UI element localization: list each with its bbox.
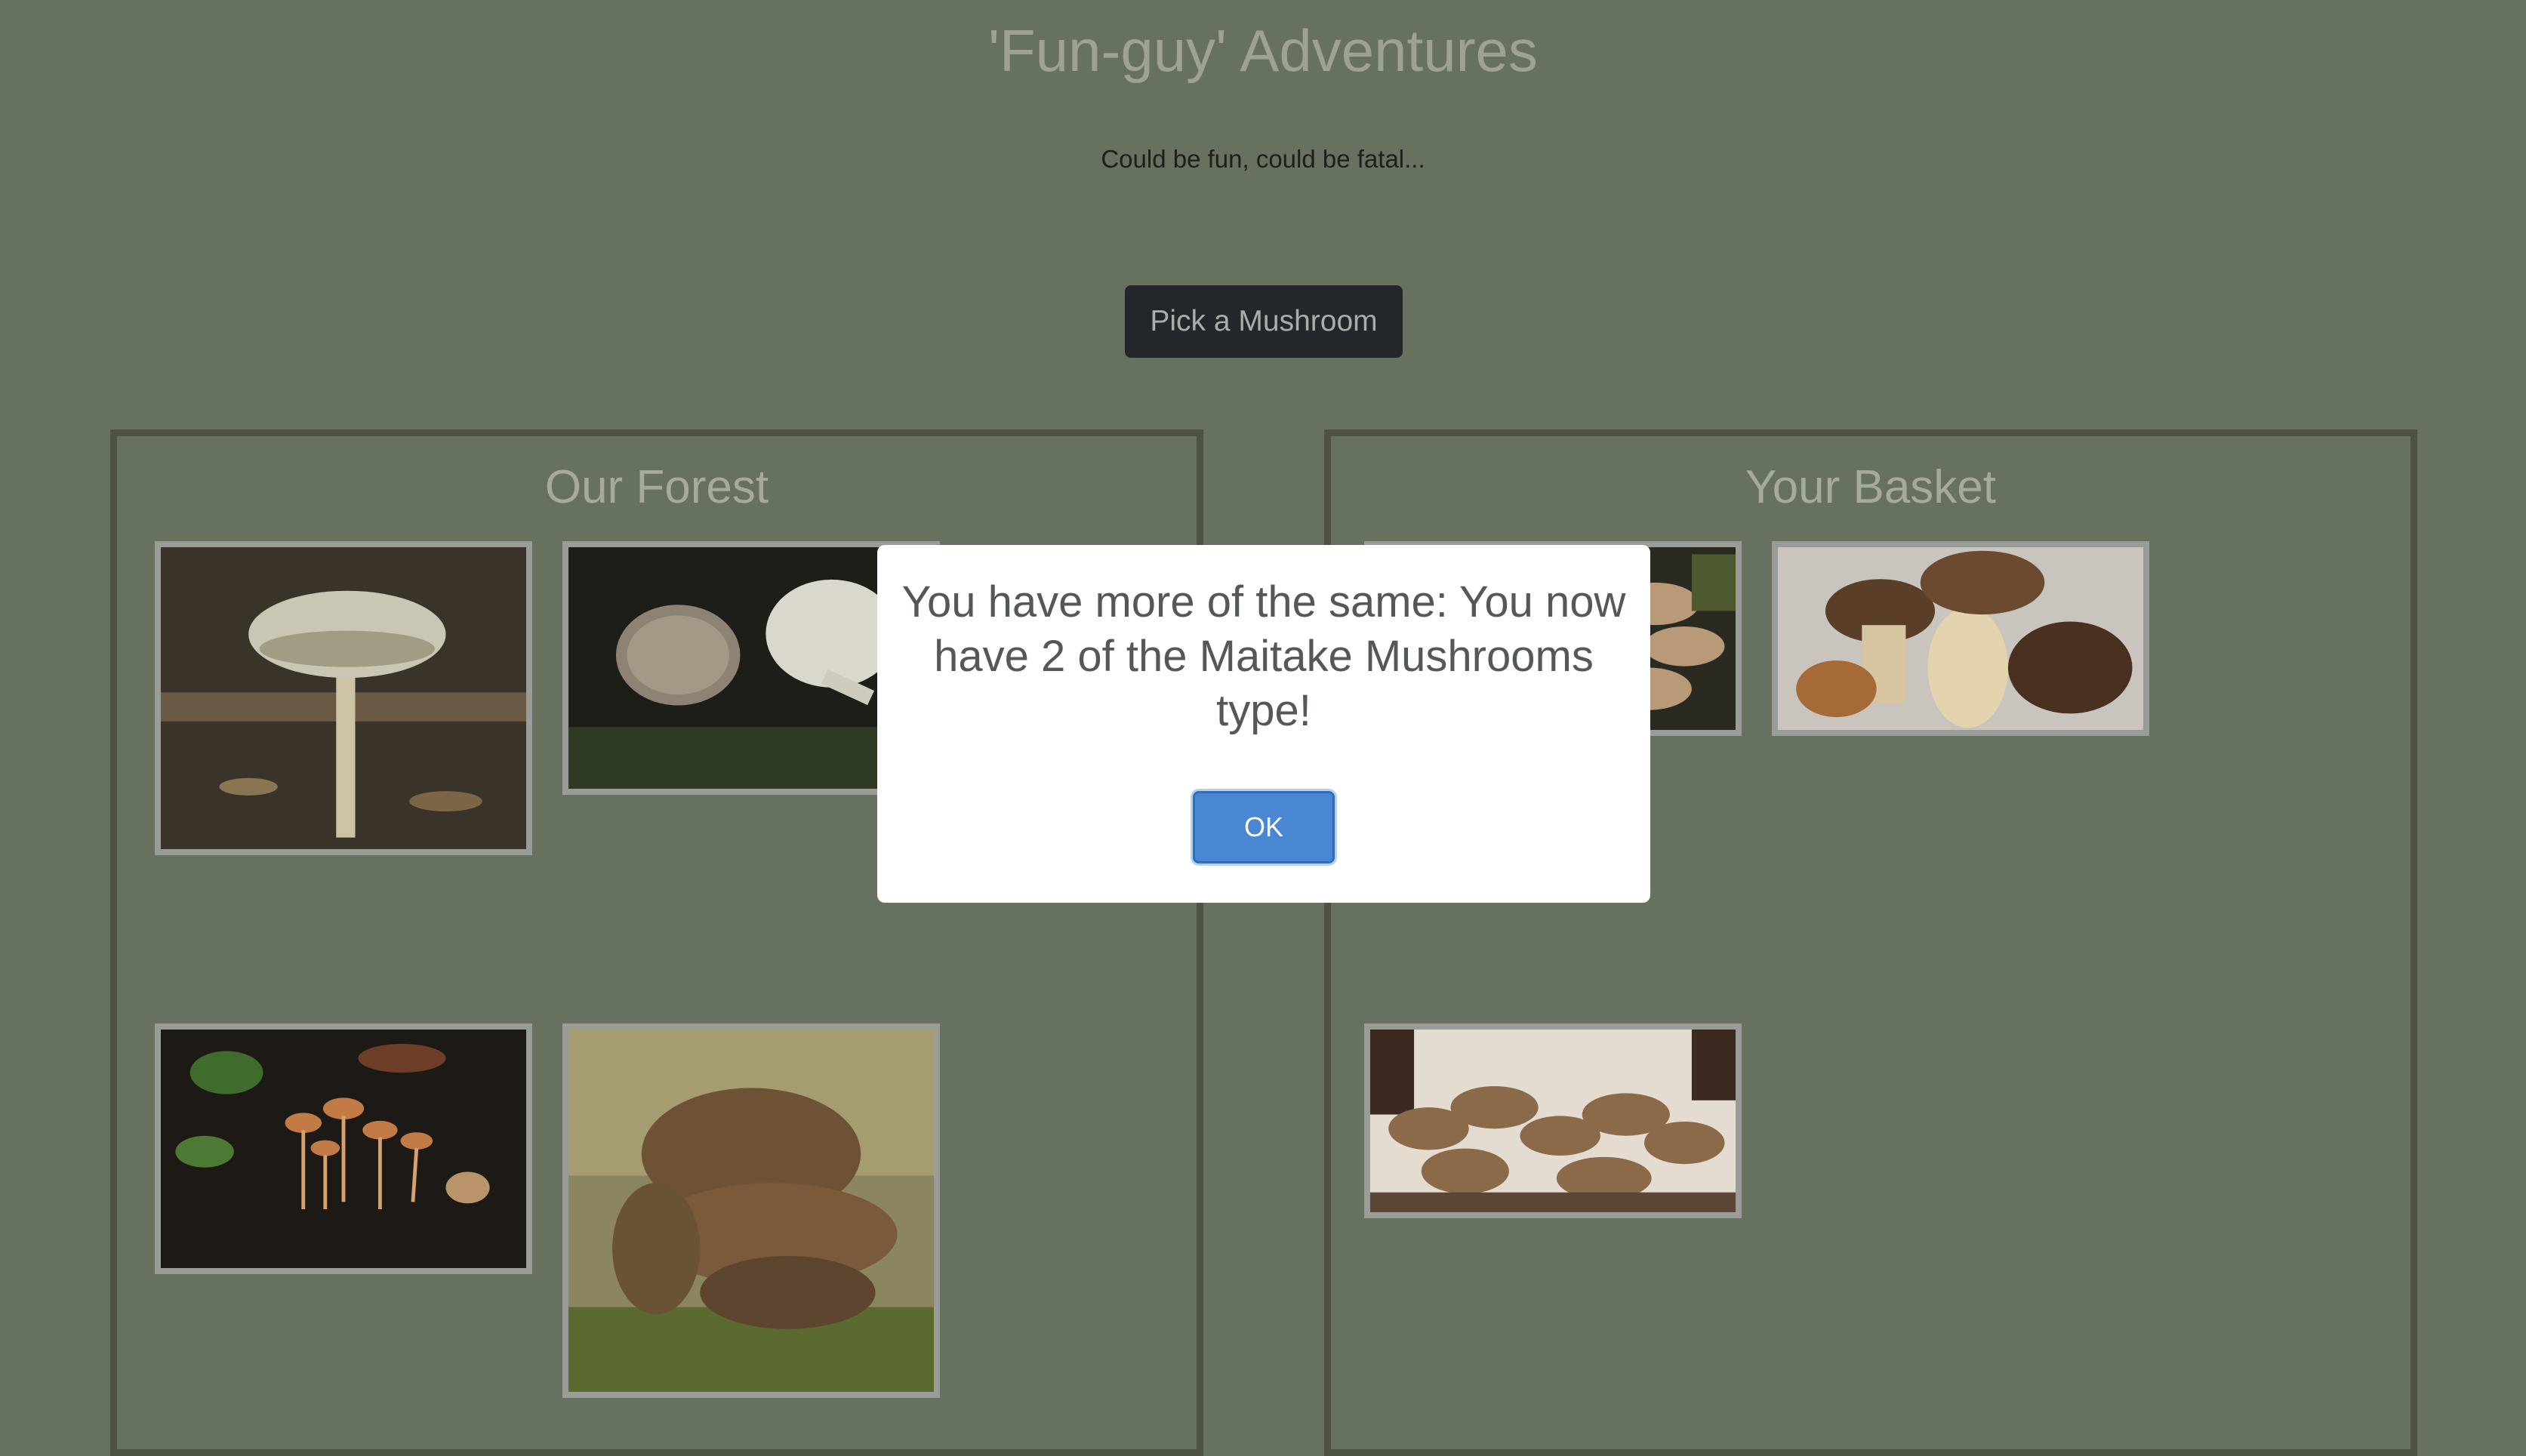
ok-button[interactable]: OK	[1193, 791, 1335, 863]
alert-dialog: You have more of the same: You now have …	[877, 545, 1650, 903]
alert-message: You have more of the same: You now have …	[901, 577, 1626, 735]
